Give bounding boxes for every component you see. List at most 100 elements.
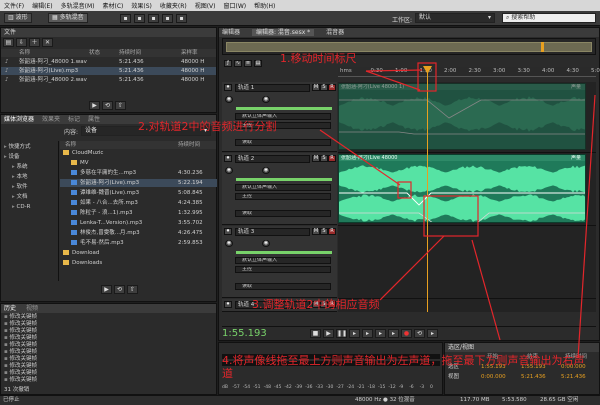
record-icon[interactable]: ● — [401, 329, 412, 338]
track-automation-select[interactable]: 读取 — [235, 210, 331, 217]
forward-icon[interactable]: ▸ — [375, 329, 386, 338]
close-file-icon[interactable]: ✕ — [42, 38, 53, 47]
track-s-button[interactable]: S — [320, 155, 328, 162]
history-item[interactable]: ▪ 修改关键帧 — [4, 377, 37, 384]
track-output-select[interactable]: 主控 — [235, 193, 331, 200]
pause-icon[interactable]: ❚❚ — [336, 329, 347, 338]
track-automation-select[interactable]: 读取 — [235, 139, 331, 146]
slip-tool-icon[interactable]: ▪ — [162, 14, 173, 23]
track-arm-icon[interactable]: ⏺ — [224, 155, 232, 162]
track-arm-icon[interactable]: ⏺ — [224, 84, 232, 91]
track-m-button[interactable]: M — [312, 84, 320, 91]
browser-file-row[interactable]: Download — [60, 249, 217, 257]
history-item[interactable]: ▪ 修改关键帧 — [4, 335, 37, 342]
pan-knob-icon[interactable]: ◉ — [262, 240, 270, 247]
browser-file-row[interactable]: 如果 - 八合...去所.mp3 4:24.385 — [60, 199, 217, 207]
track-m-button[interactable]: M — [312, 155, 320, 162]
browser-file-row[interactable]: MV — [60, 159, 217, 167]
skip-icon[interactable]: ▸ — [427, 329, 438, 338]
menu-item-4[interactable]: 效果(S) — [127, 1, 156, 10]
browser-file-row[interactable]: 多慈在平庸的生...mp3 4:30.236 — [60, 169, 217, 177]
loop-icon[interactable]: ⟲ — [414, 329, 425, 338]
play-icon[interactable]: ▶ — [101, 285, 112, 294]
new-file-icon[interactable]: ＋ — [29, 38, 40, 47]
tab-session[interactable]: 编辑器: 混音.sesx * — [251, 29, 315, 36]
menu-item-0[interactable]: 文件(F) — [0, 1, 28, 10]
track-automation-select[interactable]: 读取 — [235, 283, 331, 290]
menu-item-5[interactable]: 收藏夹(R) — [156, 1, 191, 10]
browser-file-row[interactable]: Downloads — [60, 259, 217, 267]
pan-knob-icon[interactable]: ◉ — [262, 96, 270, 103]
loop-icon[interactable]: ⟲ — [102, 101, 113, 110]
tab-browser-3[interactable]: 属性 — [88, 115, 100, 124]
track-s-button[interactable]: S — [320, 228, 328, 235]
workspace-select[interactable]: 默认 ▾ — [415, 13, 495, 23]
tab-browser-2[interactable]: 标记 — [68, 115, 80, 124]
track-1-clip[interactable]: 张韶涵-阿刁(Live 48000 1) 声量 — [338, 83, 586, 150]
tree-item[interactable]: ▸ CD-R — [1, 203, 58, 211]
volume-knob-icon[interactable]: ◉ — [225, 96, 233, 103]
track-2-clip[interactable]: 张韶涵-阿刁(Live 48000 声量 — [338, 154, 586, 223]
playhead-line[interactable] — [427, 67, 428, 312]
tab-browser-1[interactable]: 效果夹 — [42, 115, 60, 124]
tab-mixer[interactable]: 混音器 — [326, 29, 344, 36]
browser-file-row[interactable]: CloudMuzic — [60, 149, 217, 157]
volume-knob-icon[interactable]: ◉ — [225, 167, 233, 174]
tab-history-0[interactable]: 历史 — [4, 304, 16, 313]
history-item[interactable]: ▪ 修改关键帧 — [4, 356, 37, 363]
tab-history-1[interactable]: 视频 — [26, 304, 38, 313]
history-item[interactable]: ▪ 修改关键帧 — [4, 349, 37, 356]
menu-item-8[interactable]: 帮助(H) — [250, 1, 279, 10]
tree-item[interactable]: ▸ 系统 — [1, 163, 58, 171]
track-arm-icon[interactable]: ⏺ — [224, 301, 232, 308]
send-icon[interactable]: ∿ — [234, 60, 242, 67]
track-arm-icon[interactable]: ⏺ — [224, 228, 232, 235]
browser-file-row[interactable]: 张韶涵-阿刁(Live).mp3 5:22.194 — [60, 179, 217, 187]
import-icon[interactable]: ⇩ — [16, 38, 27, 47]
search-help-input[interactable]: ⌕ 搜索帮助 — [502, 13, 596, 23]
browser-file-row[interactable]: 林俊杰,曾雯敬...月.mp3 4:26.475 — [60, 229, 217, 237]
tree-item[interactable]: ▸ 软件 — [1, 183, 58, 191]
browser-file-row[interactable]: 谭维维-魏晋(Live).mp3 5:08.845 — [60, 189, 217, 197]
pan-knob-icon[interactable]: ◉ — [262, 167, 270, 174]
tab-editor[interactable]: 编辑器 — [222, 29, 240, 36]
track-name-field[interactable]: 轨道 2 — [235, 155, 310, 163]
track-r-button[interactable]: R — [328, 84, 336, 91]
razor-tool-icon[interactable]: ▪ — [134, 14, 145, 23]
track-s-button[interactable]: S — [320, 84, 328, 91]
play-icon[interactable]: ▶ — [89, 101, 100, 110]
track-r-button[interactable]: R — [328, 155, 336, 162]
track-output-select[interactable]: 主控 — [235, 266, 331, 273]
track-r-button[interactable]: R — [328, 228, 336, 235]
history-item[interactable]: ▪ 修改关键帧 — [4, 321, 37, 328]
browser-file-row[interactable]: 毛不易-然后.mp3 2:59.853 — [60, 239, 217, 247]
forward-end-icon[interactable]: ▸ — [388, 329, 399, 338]
loop-icon[interactable]: ⟲ — [114, 285, 125, 294]
track-m-button[interactable]: M — [312, 228, 320, 235]
multitrack-button[interactable]: ▦ 多轨混音 — [48, 13, 88, 23]
history-item[interactable]: ▪ 修改关键帧 — [4, 314, 37, 321]
history-item[interactable]: ▪ 修改关键帧 — [4, 363, 37, 370]
history-item[interactable]: ▪ 修改关键帧 — [4, 370, 37, 377]
eq-icon[interactable]: ≡ — [244, 60, 252, 67]
history-item[interactable]: ▪ 修改关键帧 — [4, 328, 37, 335]
track-name-field[interactable]: 轨道 3 — [235, 228, 310, 236]
mixer-icon[interactable]: ▤ — [254, 60, 262, 67]
track-input-select[interactable]: 默认立体声输入 — [235, 184, 331, 191]
export-icon[interactable]: ⇧ — [115, 101, 126, 110]
select-tool-icon[interactable]: ▪ — [148, 14, 159, 23]
rewind-icon[interactable]: ▸ — [362, 329, 373, 338]
open-file-icon[interactable]: ▤ — [3, 38, 14, 47]
volume-knob-icon[interactable]: ◉ — [225, 240, 233, 247]
tree-item[interactable]: ▸ 设备 — [1, 153, 58, 161]
tree-item[interactable]: ▸ 本地 — [1, 173, 58, 181]
track-input-select[interactable]: 默认立体声输入 — [235, 257, 331, 264]
menu-item-6[interactable]: 视图(V) — [191, 1, 220, 10]
browser-file-row[interactable]: 陈粒子 - 浪...1).mp3 1:32.995 — [60, 209, 217, 217]
tab-browser-0[interactable]: 媒体浏览器 — [4, 115, 34, 124]
file-row[interactable]: ♪ 张韶涵-阿刁(Live).mp3 5:21.436 48000 H — [1, 67, 216, 75]
menu-item-2[interactable]: 多轨混音(M) — [57, 1, 99, 10]
overview-bar[interactable] — [222, 38, 596, 55]
menu-item-3[interactable]: 素材(C) — [98, 1, 127, 10]
tree-item[interactable]: ▸ 快捷方式 — [1, 143, 58, 151]
